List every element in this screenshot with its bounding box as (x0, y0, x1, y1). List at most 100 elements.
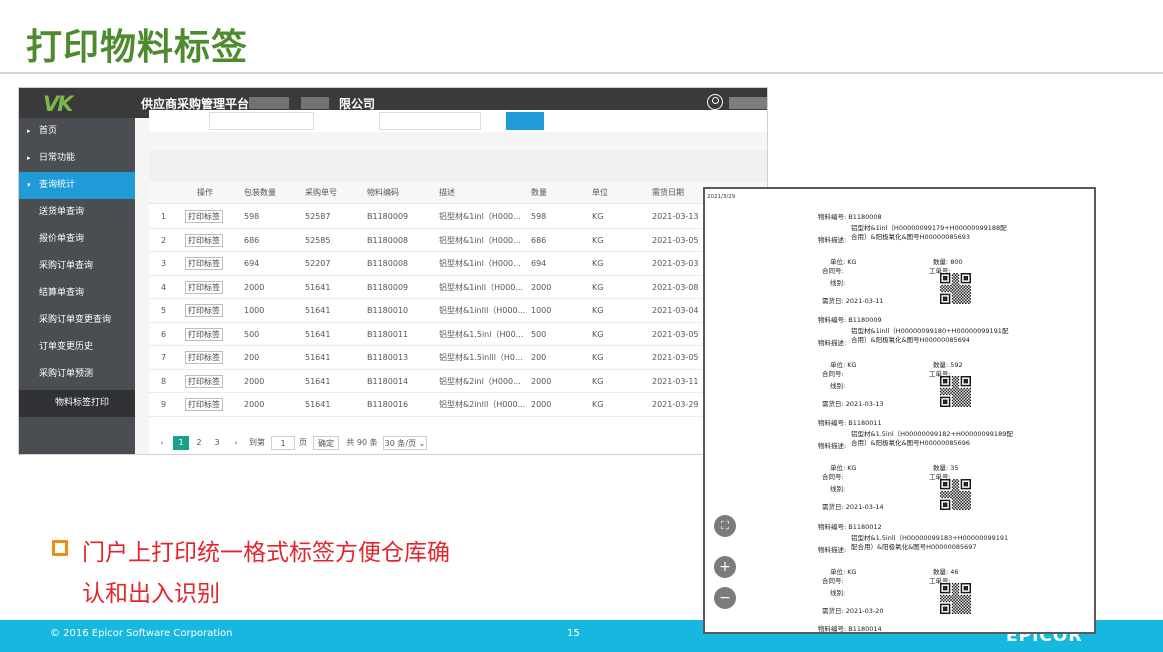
pack-qty-cell: 500 (244, 329, 260, 339)
sidebar-item-po-query[interactable]: 采购订单查询 (19, 253, 135, 280)
unit-cell: KG (592, 376, 604, 386)
pack-qty-cell: 1000 (244, 306, 265, 315)
label-part-row: 物料编号: B1180012 (818, 523, 882, 531)
sidebar-item-change-history[interactable]: 订单变更历史 (19, 334, 135, 361)
description-cell: 铝型材&1inl（H000... (439, 235, 521, 245)
zoom-in-icon[interactable]: + (714, 556, 736, 578)
po-number-cell: 51641 (305, 329, 331, 339)
print-label-button[interactable]: 打印标签 (185, 233, 223, 247)
unit-cell: KG (592, 259, 604, 268)
row-number: 3 (161, 259, 167, 268)
part-number-cell: B1180008 (367, 235, 409, 245)
column-header-part-number: 物料编码 (367, 188, 399, 197)
table-row: 8 打印标签 2000 51641 B1180014 铝型材&2inl（H000… (149, 369, 767, 393)
portal-screenshot: VK 供应商采购管理平台 限公司 ▸ 首页 ▸ 日常功能 ▾ 查询统计 送货单查询 报价… (18, 87, 768, 455)
unit-cell: KG (592, 329, 604, 339)
page-size-select[interactable]: 30 条/页 ⌄ (383, 436, 427, 450)
page-1-button[interactable]: 1 (173, 436, 189, 450)
bullet-text-line-1: 门户上打印统一格式标签方便仓库确 (82, 540, 450, 566)
po-number-cell: 51641 (305, 400, 331, 409)
print-label-button[interactable]: 打印标签 (185, 280, 223, 294)
po-filter-input[interactable] (209, 112, 314, 130)
column-header-quantity: 数量 (531, 188, 547, 197)
table-row: 7 打印标签 200 51641 B1180013 铝型材&1.5inlll（H… (149, 346, 767, 370)
pack-qty-cell: 2000 (244, 376, 265, 386)
sidebar-item-delivery-query[interactable]: 送货单查询 (19, 199, 135, 226)
sidebar-item-po-forecast[interactable]: 采购订单预测 (19, 361, 135, 388)
row-number: 9 (161, 400, 167, 409)
quantity-cell: 1000 (531, 306, 552, 315)
label-desc-line-2: 合用）&阳极氧化&图号H00000085696 (851, 439, 971, 447)
page-3-button[interactable]: 3 (211, 436, 223, 450)
qr-code-icon (940, 583, 971, 614)
user-icon[interactable] (707, 94, 723, 110)
sidebar-item-settlement-query[interactable]: 结算单查询 (19, 280, 135, 307)
quantity-cell: 200 (531, 353, 547, 362)
page-2-button[interactable]: 2 (193, 436, 205, 450)
label-need-date-row: 需货日: 2021-03-20 (822, 607, 884, 615)
table-row: 3 打印标签 694 52207 B1180008 铝型材&1inl（H000.… (149, 252, 767, 276)
label-part-row: 物料编号: B1180014 (818, 625, 882, 633)
description-cell: 铝型材&1inl（H000... (439, 259, 521, 268)
row-number: 8 (161, 376, 167, 386)
part-filter-input[interactable] (379, 112, 481, 130)
prev-page-button[interactable]: ‹ (157, 436, 167, 450)
part-number-cell: B1180016 (367, 400, 409, 409)
fullscreen-icon[interactable]: ⛶ (714, 515, 736, 537)
next-page-button[interactable]: › (231, 436, 241, 450)
sidebar-item-query[interactable]: ▾ 查询统计 (19, 172, 135, 199)
part-number-cell: B1180010 (367, 306, 409, 315)
zoom-out-icon[interactable]: − (714, 587, 736, 609)
print-label-button[interactable]: 打印标签 (185, 351, 223, 364)
unit-cell: KG (592, 212, 604, 221)
row-number: 6 (161, 329, 167, 339)
bullet-square-icon (52, 540, 68, 556)
print-label-button[interactable]: 打印标签 (185, 210, 223, 223)
print-label-button[interactable]: 打印标签 (185, 327, 223, 341)
need-date-cell: 2021-03-05 (652, 353, 699, 362)
goto-page-input[interactable]: 1 (271, 436, 295, 450)
quantity-cell: 2000 (531, 282, 552, 292)
table-row: 6 打印标签 500 51641 B1180011 铝型材&1.5inl（H00… (149, 322, 767, 346)
unit-cell: KG (592, 235, 604, 245)
vk-logo[interactable]: VK (43, 92, 73, 116)
unit-cell: KG (592, 353, 604, 362)
need-date-cell: 2021-03-11 (652, 376, 699, 386)
goto-confirm-button[interactable]: 确定 (313, 436, 339, 450)
row-number: 7 (161, 353, 167, 362)
redacted-company-name (249, 97, 289, 109)
table-toolbar (149, 150, 767, 182)
copyright-text: © 2016 Epicor Software Corporation (50, 628, 233, 639)
sidebar-item-home[interactable]: ▸ 首页 (19, 118, 135, 145)
search-button[interactable] (506, 112, 544, 130)
sidebar: ▸ 首页 ▸ 日常功能 ▾ 查询统计 送货单查询 报价单查询 采购订单查询 结算单查询… (19, 118, 135, 454)
slide-title: 打印物料标签 (26, 27, 249, 68)
print-label-button[interactable]: 打印标签 (185, 257, 223, 270)
print-label-button[interactable]: 打印标签 (185, 304, 223, 317)
label-desc-caption: 物料描述: (818, 442, 847, 450)
description-cell: 铝型材&2inl（H000... (439, 376, 521, 386)
row-number: 4 (161, 282, 167, 292)
sidebar-item-daily[interactable]: ▸ 日常功能 (19, 145, 135, 172)
label-part-row: 物料编号: B1180009 (818, 316, 882, 324)
need-date-cell: 2021-03-05 (652, 235, 699, 245)
sidebar-item-po-change-query[interactable]: 采购订单变更查询 (19, 307, 135, 334)
redacted-user-name (729, 97, 767, 109)
description-cell: 铝型材&1inlll（H000... (439, 306, 526, 315)
need-date-cell: 2021-03-13 (652, 212, 699, 221)
print-label-button[interactable]: 打印标签 (185, 398, 223, 411)
quantity-cell: 500 (531, 329, 547, 339)
label-print-preview: 2021/3/29 物料编号: B1180008 铝型材&1inl（H000000… (703, 187, 1096, 634)
sidebar-item-quote-query[interactable]: 报价单查询 (19, 226, 135, 253)
page-number: 15 (567, 628, 580, 639)
column-header-description: 描述 (439, 188, 455, 197)
pack-qty-cell: 2000 (244, 282, 265, 292)
po-number-cell: 51641 (305, 282, 331, 292)
unit-cell: KG (592, 282, 604, 292)
print-label-button[interactable]: 打印标签 (185, 374, 223, 388)
row-number: 5 (161, 306, 167, 315)
description-cell: 铝型材&1inll（H000... (439, 282, 523, 292)
sidebar-item-label-print[interactable]: 物料标签打印 (19, 390, 135, 417)
part-number-cell: B1180009 (367, 212, 409, 221)
quantity-cell: 686 (531, 235, 547, 245)
